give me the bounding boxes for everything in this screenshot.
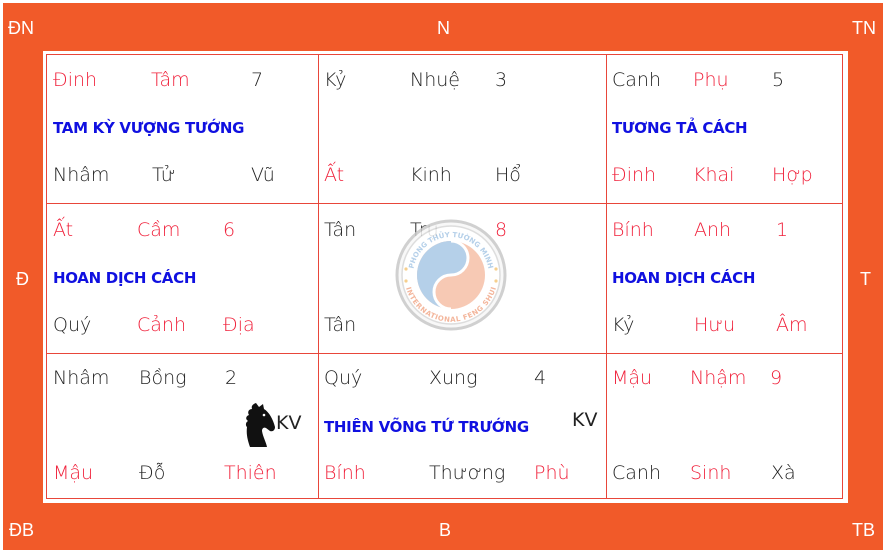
palace-stem: Tân bbox=[324, 219, 357, 241]
palace-door: Hưu bbox=[694, 314, 736, 336]
palace-door: Khai bbox=[693, 164, 735, 186]
palace-stem: Canh bbox=[612, 69, 661, 91]
palace-stem: Bính bbox=[612, 219, 654, 241]
palace-stem: Quý bbox=[324, 367, 363, 389]
palace-star: Nhậm bbox=[690, 367, 747, 389]
palace-deity: Hổ bbox=[495, 164, 521, 186]
palace-number: 2 bbox=[225, 367, 238, 389]
palace-stem: Ất bbox=[53, 219, 74, 241]
palace-south[interactable]: Kỷ Nhuệ 3 Ất Kinh Hổ bbox=[318, 55, 606, 203]
palace-star: Anh bbox=[694, 219, 732, 241]
palace-earth-stem: Nhâm bbox=[53, 164, 110, 186]
palace-west[interactable]: Bính Anh 1 HOAN DỊCH CÁCH Kỷ Hưu Âm bbox=[606, 203, 843, 353]
palace-stem: Mậu bbox=[612, 367, 653, 389]
palace-door: Thương bbox=[429, 462, 506, 484]
palace-stem: Kỷ bbox=[324, 69, 347, 91]
palace-pattern-title: TƯƠNG TẢ CÁCH bbox=[612, 119, 748, 137]
palace-stem: Đinh bbox=[53, 69, 98, 91]
palace-number: 6 bbox=[223, 219, 236, 241]
palace-deity: Vũ bbox=[251, 164, 275, 186]
horse-icon bbox=[245, 403, 275, 447]
palace-number: 3 bbox=[495, 69, 508, 91]
direction-east-label: Đ bbox=[16, 269, 29, 289]
palace-deity: Thiên bbox=[224, 462, 277, 484]
palace-star: Phụ bbox=[693, 69, 729, 91]
direction-north-label: B bbox=[439, 520, 452, 540]
empty-void-marker: KV bbox=[572, 409, 598, 431]
palace-deity: Phù bbox=[534, 462, 570, 484]
palace-star: Tâm bbox=[151, 69, 190, 91]
palace-number: 7 bbox=[251, 69, 264, 91]
logo-dot bbox=[404, 279, 408, 283]
palace-earth-stem: Ất bbox=[324, 164, 345, 186]
palace-deity: Âm bbox=[776, 314, 808, 336]
palace-earth-stem: Đinh bbox=[612, 164, 657, 186]
palace-earth-stem: Tân bbox=[324, 314, 357, 336]
palace-door: Tử bbox=[152, 164, 176, 186]
palace-pattern-title: THIÊN VÕNG TỨ TRƯỚNG bbox=[324, 418, 529, 436]
palace-pattern-title: HOAN DỊCH CÁCH bbox=[53, 269, 197, 287]
palace-southwest[interactable]: Canh Phụ 5 TƯƠNG TẢ CÁCH Đinh Khai Hợp bbox=[606, 55, 843, 203]
palace-deity: Địa bbox=[223, 314, 255, 336]
palace-door: Cảnh bbox=[137, 314, 186, 336]
palace-earth-stem: Quý bbox=[53, 314, 92, 336]
palace-north[interactable]: Quý Xung 4 THIÊN VÕNG TỨ TRƯỚNG KV Bính … bbox=[318, 353, 606, 499]
watermark-logo: PHONG THỦY TƯỜNG MINH INTERNATIONAL FENG… bbox=[395, 219, 507, 331]
palace-number: 9 bbox=[770, 367, 783, 389]
direction-northwest-label: TB bbox=[852, 520, 876, 540]
palace-door: Đỗ bbox=[139, 462, 166, 484]
palace-door: Kinh bbox=[410, 164, 452, 186]
palace-star: Bồng bbox=[139, 367, 187, 389]
palace-east[interactable]: Ất Cầm 6 HOAN DỊCH CÁCH Quý Cảnh Địa bbox=[47, 203, 318, 353]
direction-southeast-label: ĐN bbox=[8, 18, 34, 38]
logo-dot bbox=[404, 267, 408, 271]
palace-northwest[interactable]: Mậu Nhậm 9 Canh Sinh Xà bbox=[606, 353, 843, 499]
palace-northeast[interactable]: Nhâm Bồng 2 KV Mậu Đỗ Thiên bbox=[47, 353, 318, 499]
palace-pattern-title: TAM KỲ VƯỢNG TƯỚNG bbox=[53, 119, 245, 137]
palace-number: 5 bbox=[772, 69, 785, 91]
palace-earth-stem: Canh bbox=[612, 462, 661, 484]
direction-northeast-label: ĐB bbox=[9, 520, 35, 540]
palace-southeast[interactable]: Đinh Tâm 7 TAM KỲ VƯỢNG TƯỚNG Nhâm Tử Vũ bbox=[47, 55, 318, 203]
qimen-board: Đinh Tâm 7 TAM KỲ VƯỢNG TƯỚNG Nhâm Tử Vũ… bbox=[43, 51, 848, 503]
palace-earth-stem: Mậu bbox=[53, 462, 94, 484]
palace-door: Sinh bbox=[690, 462, 732, 484]
empty-void-marker: KV bbox=[276, 412, 302, 434]
palace-star: Xung bbox=[429, 367, 478, 389]
palace-star: Cầm bbox=[137, 219, 181, 241]
palace-stem: Nhâm bbox=[53, 367, 110, 389]
direction-west-label: T bbox=[860, 269, 871, 289]
palace-earth-stem: Bính bbox=[324, 462, 366, 484]
palace-pattern-title: HOAN DỊCH CÁCH bbox=[612, 269, 756, 287]
direction-south-label: N bbox=[437, 18, 450, 38]
palace-earth-stem: Kỷ bbox=[612, 314, 635, 336]
palace-number: 4 bbox=[534, 367, 547, 389]
logo-dot bbox=[494, 279, 498, 283]
palace-deity: Xà bbox=[771, 462, 796, 484]
direction-southwest-label: TN bbox=[852, 18, 876, 38]
logo-dot bbox=[494, 267, 498, 271]
palace-star: Nhuệ bbox=[410, 69, 460, 91]
palace-number: 1 bbox=[776, 219, 789, 241]
palace-deity: Hợp bbox=[772, 164, 813, 186]
